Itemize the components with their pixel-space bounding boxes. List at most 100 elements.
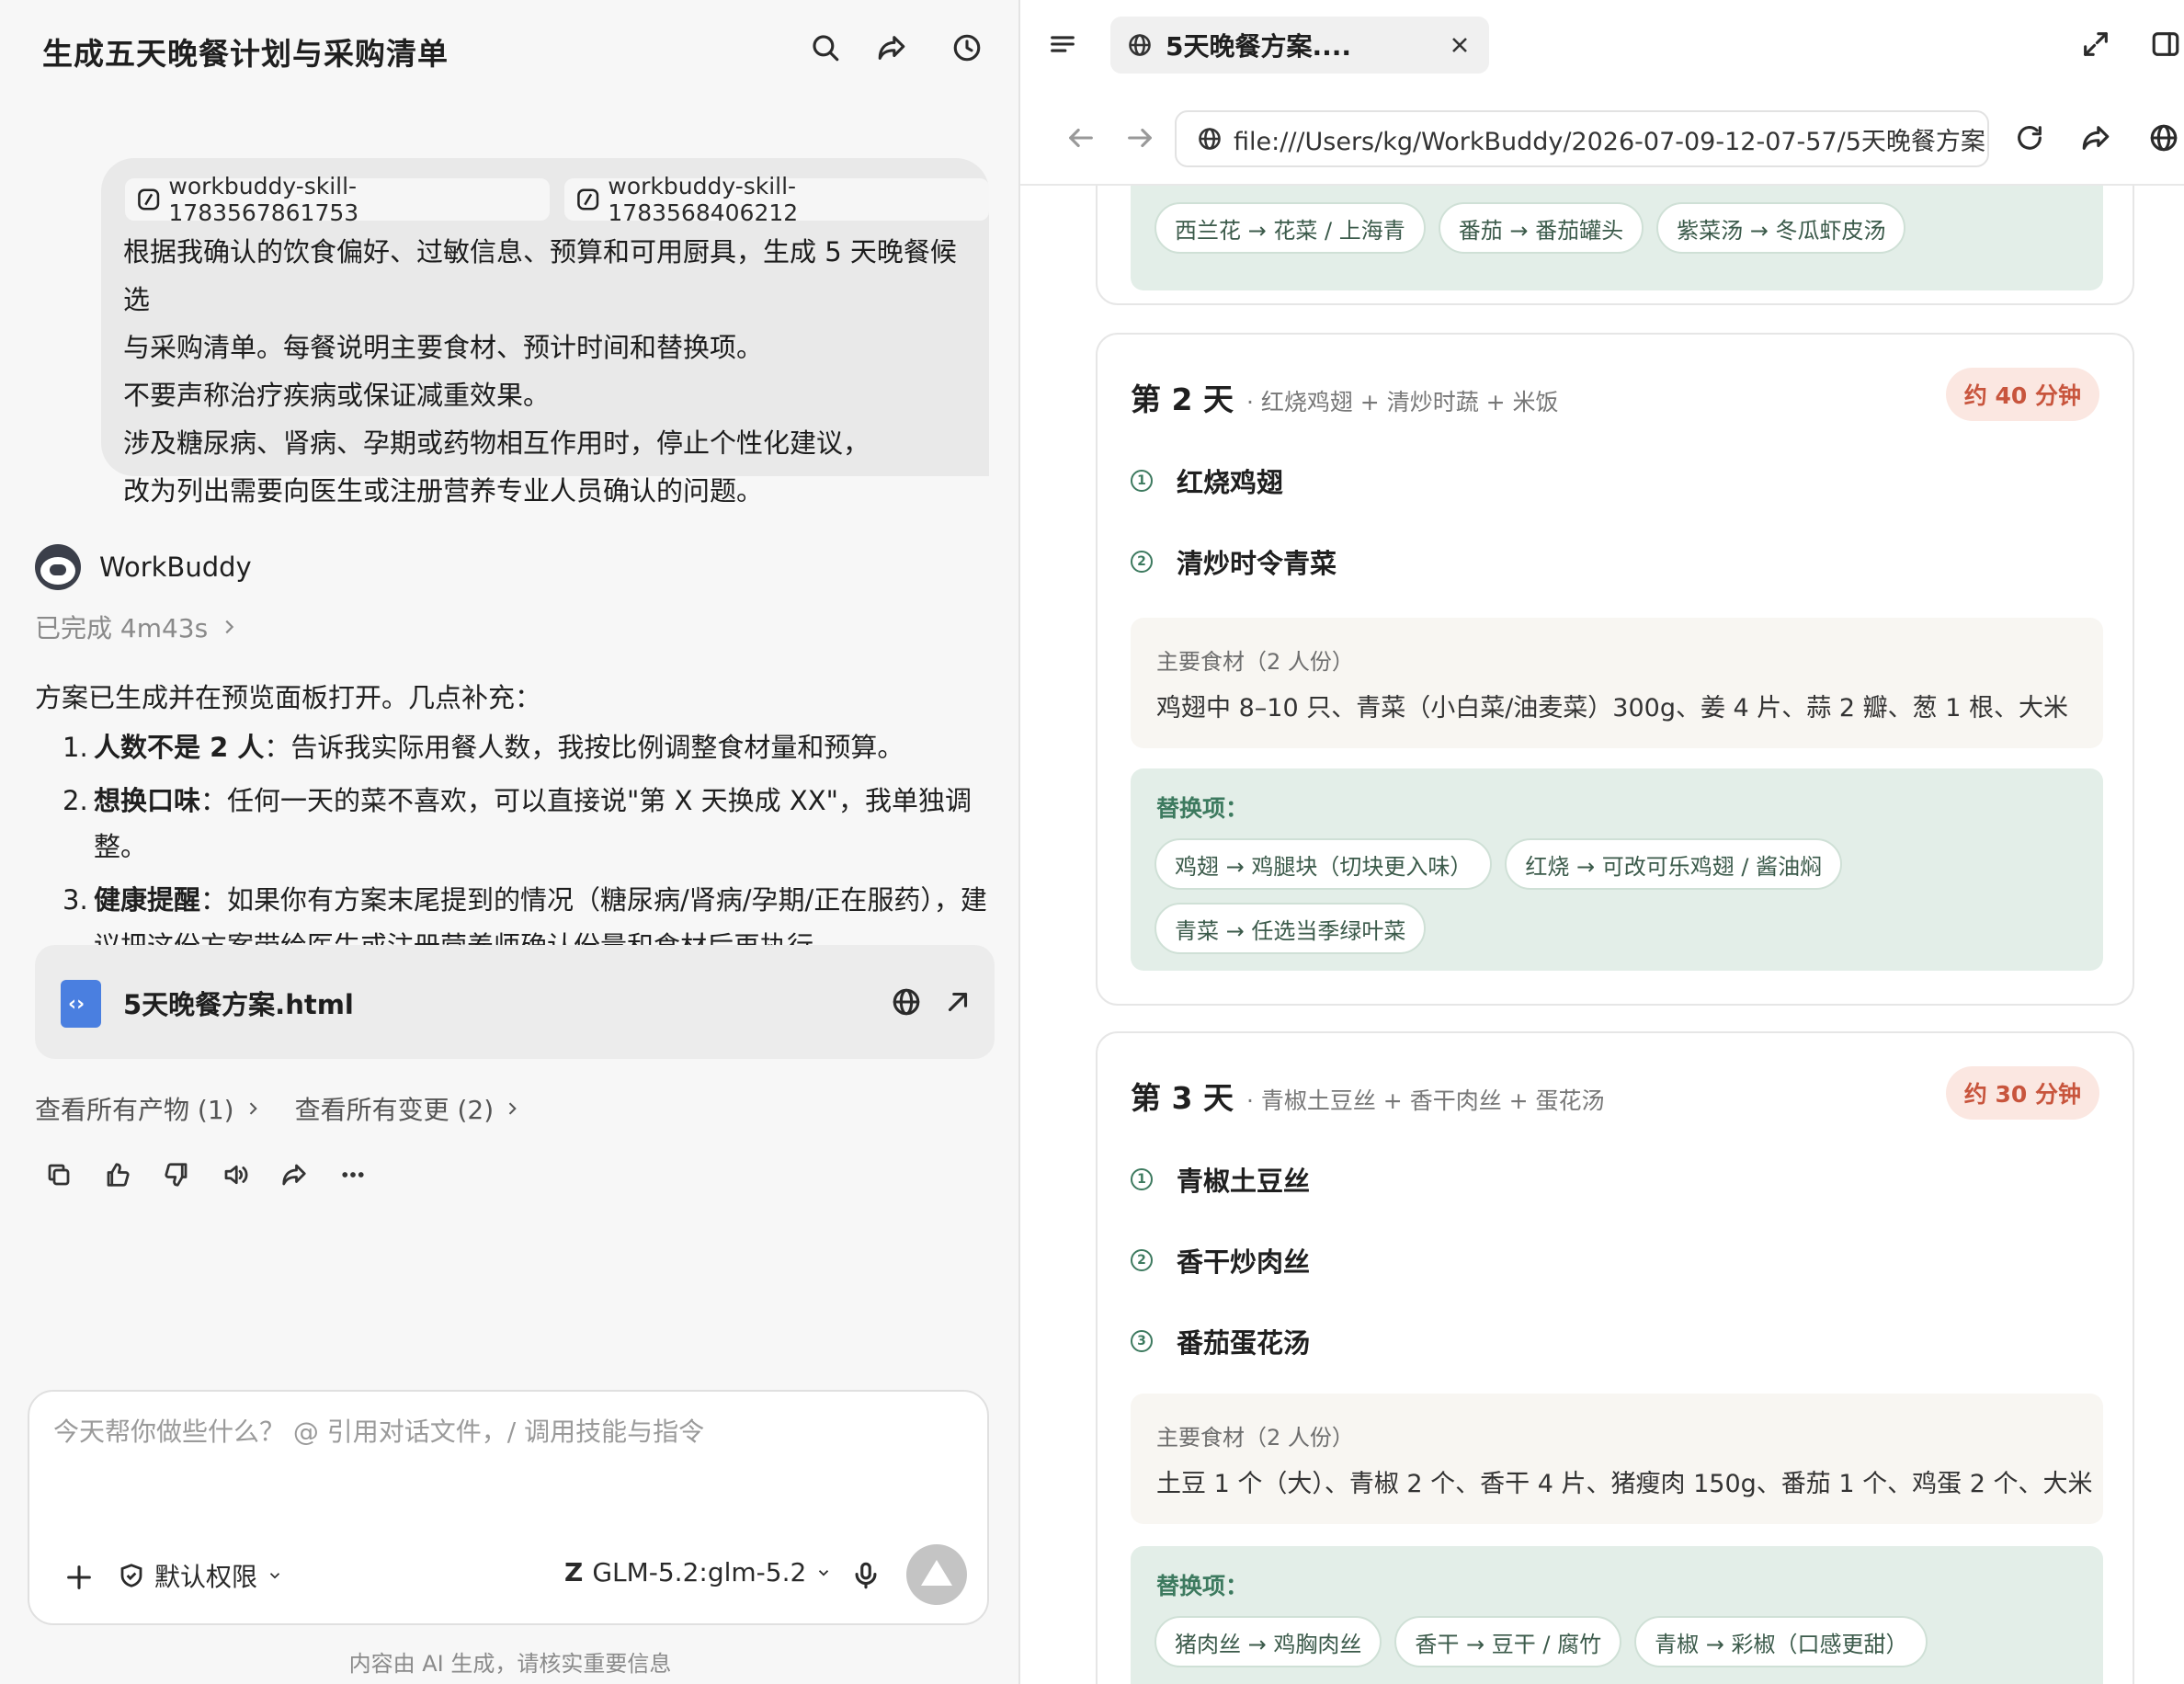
- number-badge-1: 1: [1131, 1168, 1153, 1190]
- back-icon[interactable]: [1059, 116, 1103, 160]
- globe-icon: [1129, 34, 1151, 56]
- browser-toolbar: file:///Users/kg/WorkBuddy/2026-07-09-12…: [1020, 90, 2184, 186]
- page-content: 西兰花 → 花菜 / 上海青 番茄 → 番茄罐头 紫菜汤 → 冬瓜虾皮汤 第 2…: [1020, 186, 2184, 1684]
- ingredients-box: 主要食材（2 人份） 鸡翅中 8–10 只、青菜（小白菜/油麦菜）300g、姜 …: [1131, 618, 2103, 748]
- shield-check-icon: [120, 1564, 142, 1587]
- more-icon[interactable]: [331, 1153, 375, 1197]
- swap-tag: 青椒 → 彩椒（口感更甜）: [1634, 1616, 1928, 1667]
- send-button[interactable]: [906, 1544, 967, 1605]
- number-badge-2: 2: [1131, 1249, 1153, 1271]
- list-item: 2. 想换口味：任何一天的菜不喜欢，可以直接说"第 X 天换成 XX"，我单独调整…: [63, 785, 972, 862]
- permission-selector[interactable]: 默认权限: [118, 1557, 283, 1594]
- history-icon[interactable]: [945, 26, 989, 70]
- forward-icon[interactable]: [1118, 116, 1162, 160]
- swap-tag: 红烧 → 可改可乐鸡翅 / 酱油焖: [1505, 838, 1843, 890]
- bot-avatar: [35, 544, 81, 590]
- plus-icon[interactable]: [57, 1555, 101, 1599]
- share-icon[interactable]: [2074, 116, 2118, 160]
- number-badge-2: 2: [1131, 551, 1153, 573]
- skill-chip[interactable]: workbuddy-skill-1783567861753: [125, 173, 550, 226]
- close-icon[interactable]: [1447, 32, 1473, 58]
- zhipu-logo-icon: Z: [564, 1557, 584, 1587]
- day-title: 第 3 天 · 青椒土豆丝 + 香干肉丝 + 蛋花汤: [1131, 1080, 1605, 1116]
- sidebar-toggle-icon[interactable]: [2144, 22, 2184, 66]
- swap-box: 替换项： 鸡翅 → 鸡腿块（切块更入味） 红烧 → 可改可乐鸡翅 / 酱油焖 青…: [1131, 768, 2103, 971]
- chevron-right-icon: [508, 1102, 517, 1115]
- microphone-icon[interactable]: [844, 1553, 888, 1598]
- result-links: 查看所有产物 (1) 查看所有变更 (2): [35, 1090, 521, 1127]
- swap-box: 西兰花 → 花菜 / 上海青 番茄 → 番茄罐头 紫菜汤 → 冬瓜虾皮汤: [1131, 186, 2103, 290]
- day-card: 第 2 天 · 红烧鸡翅 + 清炒时蔬 + 米饭 约 40 分钟 1 红烧鸡翅 2…: [1096, 333, 2134, 1006]
- view-artifacts-link[interactable]: 查看所有产物 (1): [35, 1090, 262, 1127]
- message-actions: [37, 1153, 375, 1197]
- copy-icon[interactable]: [37, 1153, 81, 1197]
- reload-icon[interactable]: [2008, 116, 2052, 160]
- chat-header: 生成五天晚餐计划与采购清单: [0, 0, 1020, 101]
- menu-icon[interactable]: [1041, 22, 1085, 66]
- number-badge-1: 1: [1131, 470, 1153, 492]
- user-message: workbuddy-skill-1783567861753 workbuddy-…: [101, 158, 989, 506]
- swap-tag: 鸡翅 → 鸡腿块（切块更入味）: [1155, 838, 1493, 890]
- number-badge-3: 3: [1131, 1330, 1153, 1352]
- swap-tag: 青菜 → 任选当季绿叶菜: [1155, 903, 1427, 954]
- ai-disclaimer: 内容由 AI 生成，请核实重要信息: [348, 1651, 672, 1677]
- bot-header: WorkBuddy: [35, 544, 252, 590]
- user-message-line: 根据我确认的饮食偏好、过敏信息、预算和可用厨具，生成 5 天晚餐候选: [123, 236, 957, 315]
- run-status[interactable]: 已完成 4m43s: [35, 609, 239, 645]
- reply-list: 1. 人数不是 2 人：告诉我实际用餐人数，我按比例调整食材量和预算。 2. 想换口…: [35, 724, 991, 969]
- user-message-line: 不要声称治疗疾病或保证减重效果。: [123, 380, 551, 411]
- chevron-down-icon: [269, 1573, 280, 1579]
- html-file-icon: [61, 980, 101, 1028]
- swap-box: 替换项： 猪肉丝 → 鸡胸肉丝 香干 → 豆干 / 腐竹 青椒 → 彩椒（口感更…: [1131, 1546, 2103, 1684]
- file-name: 5天晚餐方案.html: [123, 989, 354, 1020]
- ingredients-box: 主要食材（2 人份） 土豆 1 个（大）、青椒 2 个、香干 4 片、猪瘦肉 1…: [1131, 1394, 2103, 1524]
- list-item: 1. 人数不是 2 人：告诉我实际用餐人数，我按比例调整食材量和预算。: [63, 732, 904, 763]
- chat-panel: 生成五天晚餐计划与采购清单 workbuddy-skill-1783567861…: [0, 0, 1020, 1684]
- day-subtitle: · 红烧鸡翅 + 清炒时蔬 + 米饭: [1246, 389, 1559, 415]
- day-card: 第 3 天 · 青椒土豆丝 + 香干肉丝 + 蛋花汤 约 30 分钟 1 青椒土豆…: [1096, 1031, 2134, 1684]
- skill-icon: [138, 188, 160, 210]
- bot-name: WorkBuddy: [99, 552, 252, 583]
- globe-icon[interactable]: [884, 980, 928, 1024]
- browser-tab[interactable]: 5天晚餐方案....: [1110, 17, 1489, 74]
- chat-input[interactable]: [53, 1412, 963, 1485]
- open-external-icon[interactable]: [936, 980, 980, 1024]
- thumbs-down-icon[interactable]: [154, 1153, 199, 1197]
- dish-item: 2 香干炒肉丝: [1131, 1241, 1310, 1280]
- globe-icon: [1199, 128, 1221, 150]
- composer: 默认权限 Z GLM-5.2:glm-5.2: [28, 1390, 989, 1625]
- dish-item: 3 番茄蛋花汤: [1131, 1322, 1310, 1360]
- swap-tag: 番茄 → 番茄罐头: [1438, 202, 1644, 254]
- swap-tag: 紫菜汤 → 冬瓜虾皮汤: [1656, 202, 1906, 254]
- user-message-line: 涉及糖尿病、肾病、孕期或药物相互作用时，停止个性化建议，: [123, 427, 870, 459]
- dish-item: 1 青椒土豆丝: [1131, 1160, 1310, 1199]
- model-selector[interactable]: Z GLM-5.2:glm-5.2: [564, 1557, 832, 1587]
- user-message-line: 与采购清单。每餐说明主要食材、预计时间和替换项。: [123, 332, 764, 363]
- address-bar[interactable]: file:///Users/kg/WorkBuddy/2026-07-09-12…: [1175, 110, 1989, 167]
- share-icon[interactable]: [870, 26, 914, 70]
- chevron-right-icon: [249, 1102, 257, 1115]
- chevron-down-icon: [819, 1569, 829, 1576]
- swap-tag: 香干 → 豆干 / 腐竹: [1394, 1616, 1622, 1667]
- dish-item: 2 清炒时令青菜: [1131, 542, 1337, 581]
- chevron-right-icon: [225, 620, 234, 634]
- swap-tag: 猪肉丝 → 鸡胸肉丝: [1155, 1616, 1382, 1667]
- share-icon[interactable]: [272, 1153, 316, 1197]
- time-badge: 约 40 分钟: [1945, 368, 2099, 421]
- reply-intro: 方案已生成并在预览面板打开。几点补充：: [35, 682, 542, 713]
- search-icon[interactable]: [803, 26, 847, 70]
- skill-icon: [577, 188, 599, 210]
- speaker-icon[interactable]: [213, 1153, 257, 1197]
- day-card: 西兰花 → 花菜 / 上海青 番茄 → 番茄罐头 紫菜汤 → 冬瓜虾皮汤: [1096, 186, 2134, 305]
- thumbs-up-icon[interactable]: [96, 1153, 140, 1197]
- user-message-line: 改为列出需要向医生或注册营养专业人员确认的问题。: [123, 475, 764, 506]
- time-badge: 约 30 分钟: [1945, 1066, 2099, 1120]
- file-card[interactable]: 5天晚餐方案.html: [35, 945, 995, 1059]
- swap-tag: 西兰花 → 花菜 / 上海青: [1155, 202, 1426, 254]
- dish-item: 1 红烧鸡翅: [1131, 461, 1283, 500]
- globe-icon[interactable]: [2142, 116, 2184, 160]
- chat-title: 生成五天晚餐计划与采购清单: [42, 36, 449, 72]
- view-changes-link[interactable]: 查看所有变更 (2): [295, 1090, 522, 1127]
- expand-icon[interactable]: [2074, 22, 2118, 66]
- skill-chip[interactable]: workbuddy-skill-1783568406212: [564, 173, 989, 226]
